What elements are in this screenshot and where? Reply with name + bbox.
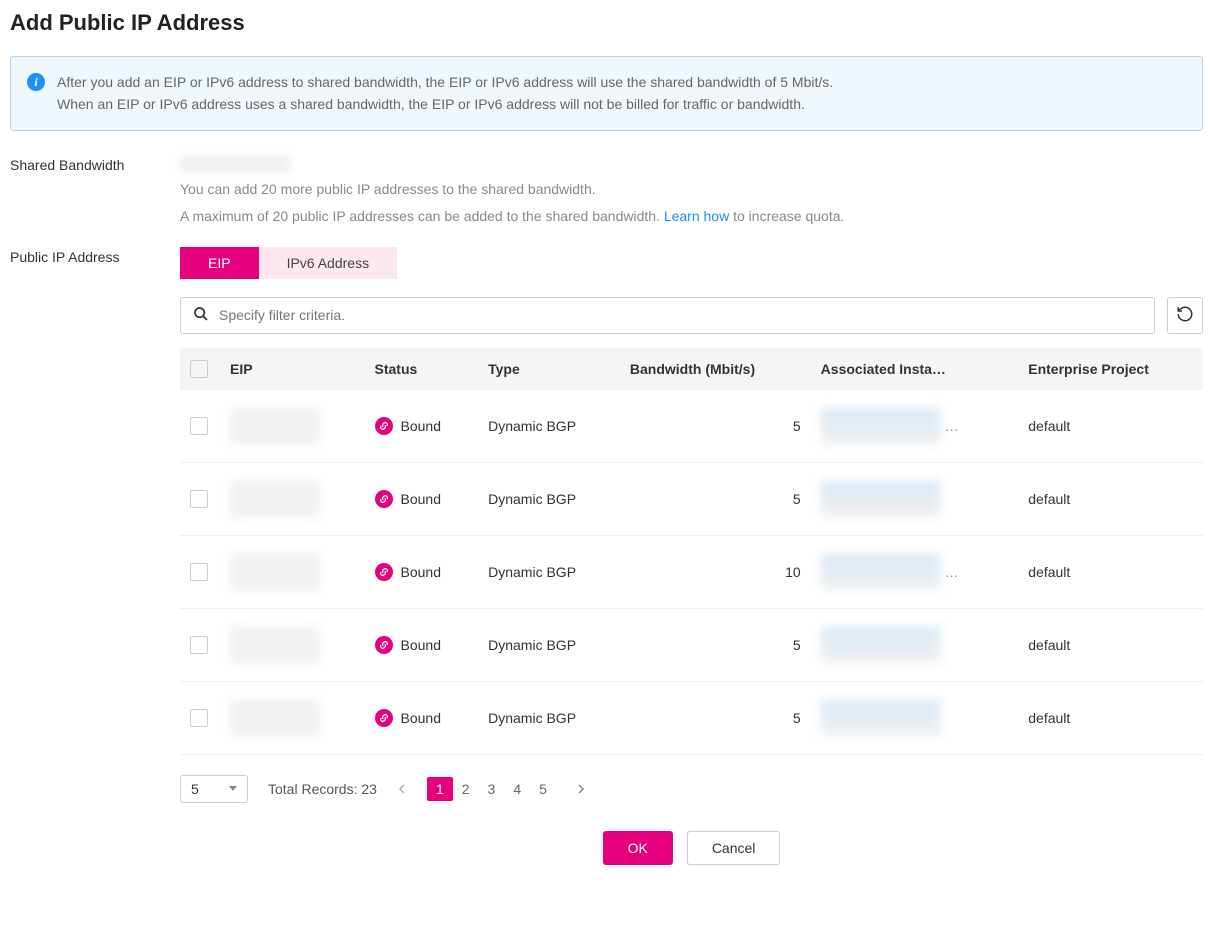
bound-icon [375,563,393,581]
page-size-select[interactable]: 5 [180,775,248,803]
status-cell: Bound [375,490,469,508]
refresh-button[interactable] [1167,297,1203,334]
bound-icon [375,636,393,654]
bound-icon [375,490,393,508]
bound-icon [375,709,393,727]
page-1[interactable]: 1 [427,777,453,801]
instance-value-redacted [821,627,941,663]
table-row: Bound Dynamic BGP 10 … default [180,535,1203,608]
instance-ellipsis: … [945,418,959,434]
bandwidth-cell: 5 [620,608,811,681]
page-2[interactable]: 2 [453,777,479,801]
checkbox-row[interactable] [190,417,208,435]
project-cell: default [1018,608,1203,681]
type-cell: Dynamic BGP [478,535,620,608]
page-next[interactable] [568,777,594,801]
bandwidth-cell: 5 [620,462,811,535]
tab-eip[interactable]: EIP [180,247,259,279]
table-row: Bound Dynamic BGP 5 default [180,462,1203,535]
th-eip: EIP [220,348,365,390]
bandwidth-cell: 5 [620,681,811,754]
th-bandwidth: Bandwidth (Mbit/s) [620,348,811,390]
search-box[interactable] [180,297,1155,334]
eip-value-redacted [230,481,320,517]
status-text: Bound [401,418,441,434]
page-4[interactable]: 4 [504,777,530,801]
project-cell: default [1018,390,1203,463]
chevron-right-icon [576,784,586,794]
ip-type-tabs: EIP IPv6 Address [180,247,1203,279]
bandwidth-cell: 5 [620,390,811,463]
info-box: i After you add an EIP or IPv6 address t… [10,56,1203,131]
footer-buttons: OK Cancel [180,831,1203,865]
type-cell: Dynamic BGP [478,462,620,535]
status-cell: Bound [375,417,469,435]
chevron-left-icon [397,784,407,794]
checkbox-all[interactable] [190,360,208,378]
checkbox-row[interactable] [190,563,208,581]
pagination: 5 Total Records: 23 12345 [180,775,1203,803]
learn-how-link[interactable]: Learn how [664,208,729,224]
status-text: Bound [401,637,441,653]
cancel-button[interactable]: Cancel [687,831,781,865]
shared-bandwidth-label: Shared Bandwidth [10,155,180,227]
status-text: Bound [401,564,441,580]
tab-ipv6[interactable]: IPv6 Address [259,247,398,279]
type-cell: Dynamic BGP [478,608,620,681]
eip-value-redacted [230,627,320,663]
eip-value-redacted [230,408,320,444]
eip-value-redacted [230,700,320,736]
eip-table: EIP Status Type Bandwidth (Mbit/s) Assoc… [180,348,1203,755]
page-size-value: 5 [191,781,199,797]
th-project: Enterprise Project [1018,348,1203,390]
chevron-down-icon [229,786,237,791]
th-instance: Associated Insta… [811,348,1019,390]
type-cell: Dynamic BGP [478,681,620,754]
instance-value-redacted [821,481,941,517]
bandwidth-cell: 10 [620,535,811,608]
search-icon [193,306,209,325]
checkbox-row[interactable] [190,636,208,654]
status-text: Bound [401,491,441,507]
ok-button[interactable]: OK [603,831,673,865]
info-text: After you add an EIP or IPv6 address to … [57,71,833,116]
th-status: Status [365,348,479,390]
search-input[interactable] [219,307,1142,323]
eip-value-redacted [230,554,320,590]
shared-bandwidth-hint-1: You can add 20 more public IP addresses … [180,179,1203,200]
project-cell: default [1018,535,1203,608]
table-row: Bound Dynamic BGP 5 … default [180,390,1203,463]
project-cell: default [1018,462,1203,535]
status-cell: Bound [375,709,469,727]
page-5[interactable]: 5 [530,777,556,801]
info-line-2: When an EIP or IPv6 address uses a share… [57,93,833,115]
instance-ellipsis: … [945,564,959,580]
page-3[interactable]: 3 [479,777,505,801]
info-line-1: After you add an EIP or IPv6 address to … [57,71,833,93]
public-ip-label: Public IP Address [10,247,180,865]
total-records: Total Records: 23 [268,781,377,797]
table-row: Bound Dynamic BGP 5 default [180,681,1203,754]
refresh-icon [1176,305,1194,326]
status-cell: Bound [375,563,469,581]
project-cell: default [1018,681,1203,754]
type-cell: Dynamic BGP [478,390,620,463]
page-title: Add Public IP Address [10,10,1203,36]
status-text: Bound [401,710,441,726]
table-row: Bound Dynamic BGP 5 default [180,608,1203,681]
shared-bandwidth-hint-2: A maximum of 20 public IP addresses can … [180,206,1203,227]
shared-bandwidth-value: xxxxxxx [180,155,290,173]
th-type: Type [478,348,620,390]
status-cell: Bound [375,636,469,654]
checkbox-row[interactable] [190,490,208,508]
page-prev[interactable] [389,777,415,801]
info-icon: i [27,73,45,91]
instance-value-redacted [821,554,941,590]
instance-value-redacted [821,700,941,736]
instance-value-redacted [821,408,941,444]
bound-icon [375,417,393,435]
checkbox-row[interactable] [190,709,208,727]
